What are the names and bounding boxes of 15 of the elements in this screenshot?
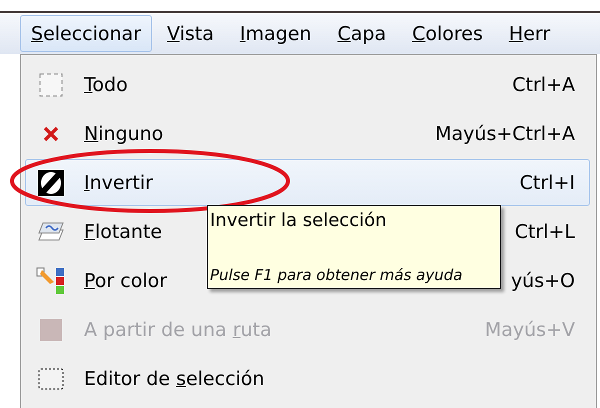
shortcut-label: Mayús+V [484, 318, 575, 340]
shortcut-label: Ctrl+L [514, 220, 575, 242]
menu-item-label: Flotante [83, 220, 162, 242]
menu-item-label: A partir de una ruta [83, 318, 272, 340]
tooltip-title: Invertir la selección [210, 210, 388, 231]
shortcut-label: Mayús+Ctrl+A [435, 122, 575, 144]
tooltip-hint: Pulse F1 para obtener más ayuda [210, 266, 464, 284]
menu-item-label: Todo [83, 74, 128, 96]
menu-item-label: Editor de selección [83, 368, 264, 390]
shortcut-label: yús+O [510, 270, 575, 292]
menu-item-label: Ninguno [83, 122, 164, 144]
shortcut-label: Ctrl+A [512, 74, 575, 96]
shortcut-label: Ctrl+I [520, 172, 575, 194]
menu-item-label: Invertir [83, 172, 153, 194]
menu-item-label: Por color [83, 270, 168, 292]
